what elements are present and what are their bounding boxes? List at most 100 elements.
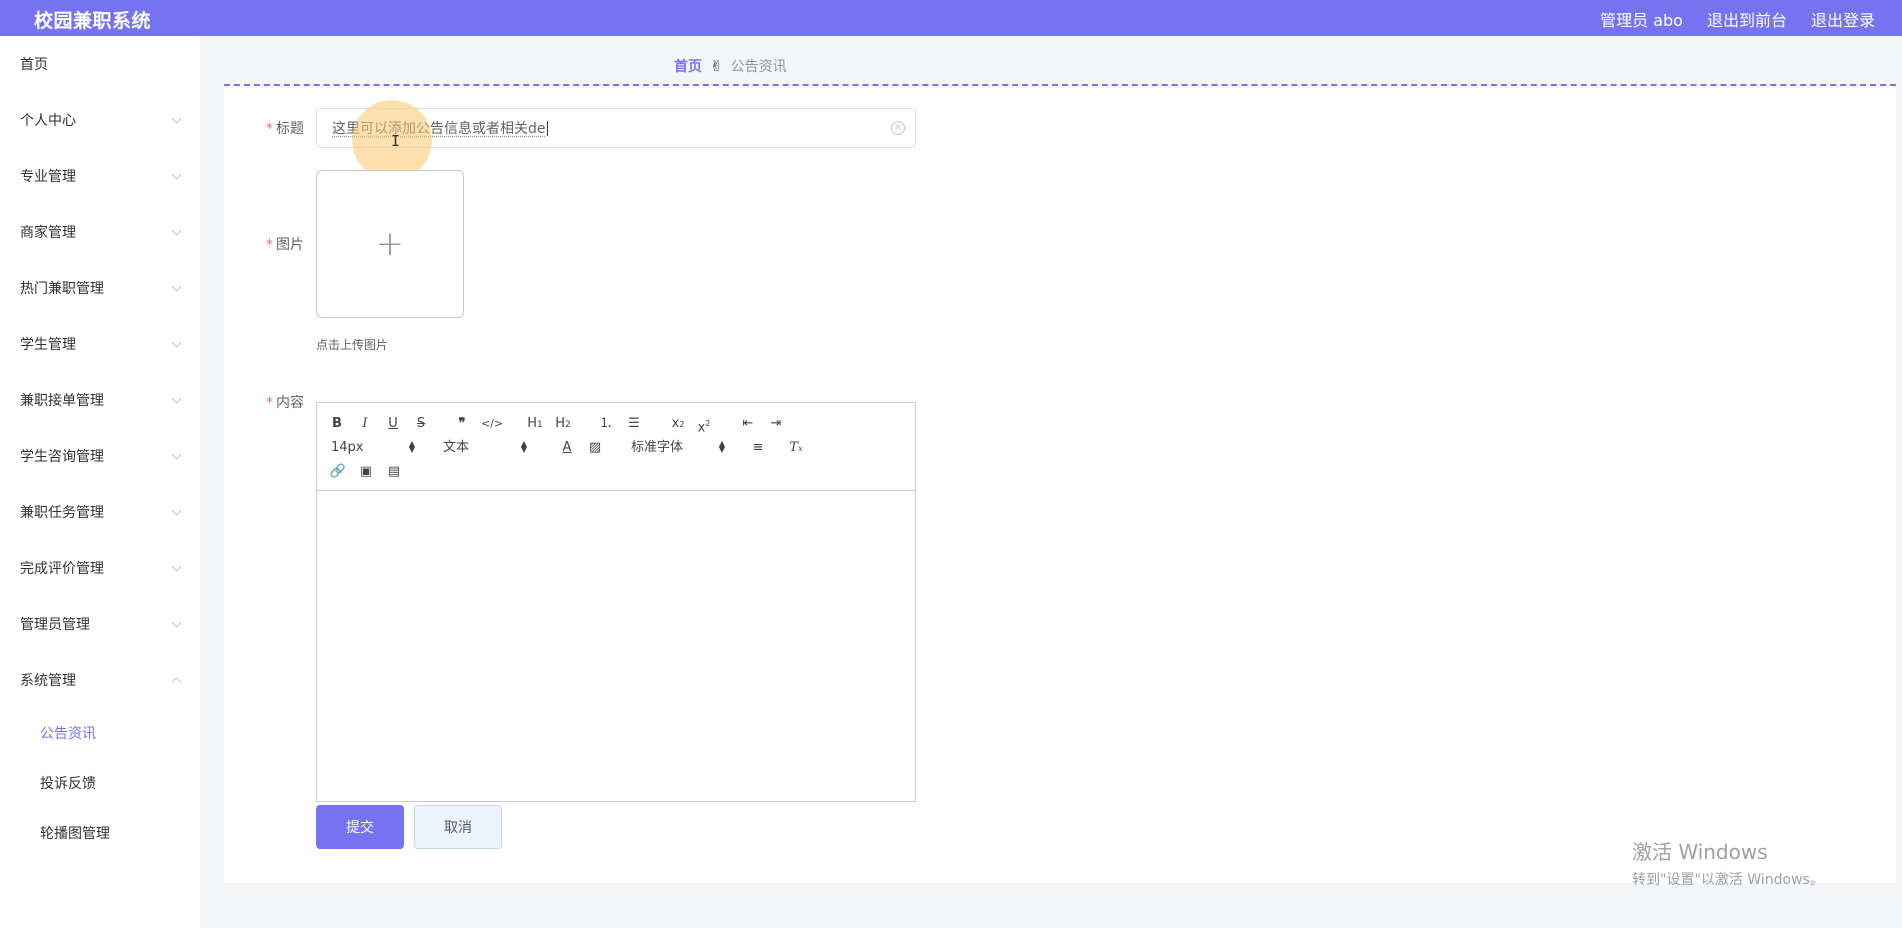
outdent-icon[interactable]: ⇤ bbox=[739, 414, 757, 434]
top-header: 校园兼职系统 管理员 abo 退出到前台 退出登录 bbox=[0, 0, 1902, 36]
sidebar-item-student-consult[interactable]: 学生咨询管理 bbox=[0, 428, 200, 484]
sidebar-subitem-complaints[interactable]: 投诉反馈 bbox=[0, 758, 200, 808]
sidebar-item-job-orders[interactable]: 兼职接单管理 bbox=[0, 372, 200, 428]
sidebar-subitem-announcements[interactable]: 公告资讯 bbox=[0, 708, 200, 758]
breadcrumb-home[interactable]: 首页 bbox=[674, 56, 702, 76]
title-input-value: 这里可以添加公告信息或者相关de bbox=[332, 121, 546, 137]
sidebar-item-reviews[interactable]: 完成评价管理 bbox=[0, 540, 200, 596]
user-label[interactable]: 管理员 abo bbox=[1600, 7, 1683, 31]
underline-icon[interactable]: U bbox=[385, 414, 401, 434]
header-actions: 管理员 abo 退出到前台 退出登录 bbox=[1600, 7, 1875, 31]
clean-format-icon[interactable]: Tx bbox=[787, 438, 805, 458]
sidebar-item-home[interactable]: 首页 bbox=[0, 36, 200, 92]
strike-icon[interactable]: S bbox=[413, 414, 429, 434]
font-family-value: 标准字体 bbox=[631, 440, 684, 455]
blockquote-icon[interactable]: ❞ bbox=[453, 414, 471, 434]
font-color-icon[interactable]: A bbox=[559, 438, 575, 458]
sidebar-item-student-management[interactable]: 学生管理 bbox=[0, 316, 200, 372]
editor-toolbar: B I U S ❞ </> H1 H2 ⒈ ☰ x2 x2 ⇤ ⇥ 14px ▲… bbox=[317, 403, 915, 491]
chevron-down-icon bbox=[171, 393, 182, 404]
rich-text-editor: B I U S ❞ </> H1 H2 ⒈ ☰ x2 x2 ⇤ ⇥ 14px ▲… bbox=[316, 402, 916, 802]
cancel-button[interactable]: 取消 bbox=[414, 805, 502, 849]
content-label: * 内容 bbox=[224, 392, 304, 412]
h2-icon[interactable]: H2 bbox=[553, 414, 573, 434]
chevron-down-icon bbox=[171, 505, 182, 516]
superscript-icon[interactable]: x2 bbox=[695, 414, 713, 435]
sidebar-item-label: 管理员管理 bbox=[20, 617, 90, 633]
chevron-down-icon bbox=[171, 561, 182, 572]
sidebar-item-hot-jobs[interactable]: 热门兼职管理 bbox=[0, 260, 200, 316]
indent-icon[interactable]: ⇥ bbox=[767, 414, 785, 434]
breadcrumb: 首页 ✌ 公告资讯 bbox=[674, 56, 787, 76]
required-mark: * bbox=[266, 395, 273, 411]
editor-content-area[interactable] bbox=[317, 491, 915, 801]
app-title: 校园兼职系统 bbox=[34, 10, 152, 32]
chevron-up-icon bbox=[171, 677, 182, 688]
chevron-down-icon bbox=[171, 449, 182, 460]
title-input[interactable]: 这里可以添加公告信息或者相关de × bbox=[316, 108, 916, 148]
sidebar-item-label: 个人中心 bbox=[20, 113, 76, 129]
image-icon[interactable]: ▣ bbox=[357, 462, 375, 482]
sidebar-item-label: 系统管理 bbox=[20, 673, 76, 689]
chevron-down-icon bbox=[171, 169, 182, 180]
windows-activation-watermark: 激活 Windows 转到"设置"以激活 Windows。 bbox=[1632, 836, 1824, 889]
video-icon[interactable]: ▤ bbox=[385, 462, 403, 482]
breadcrumb-current: 公告资讯 bbox=[730, 59, 787, 75]
submit-button[interactable]: 提交 bbox=[316, 805, 404, 849]
sidebar-item-label: 学生咨询管理 bbox=[20, 449, 104, 465]
italic-icon[interactable]: I bbox=[357, 414, 373, 434]
select-arrow-icon: ▲ ▼ bbox=[408, 439, 415, 454]
sidebar-item-merchant-management[interactable]: 商家管理 bbox=[0, 204, 200, 260]
logout-link[interactable]: 退出登录 bbox=[1811, 7, 1875, 31]
sidebar-item-admin-management[interactable]: 管理员管理 bbox=[0, 596, 200, 652]
breadcrumb-divider bbox=[224, 84, 1896, 86]
content-label-text: 内容 bbox=[276, 395, 304, 411]
select-arrow-icon: ▲ ▼ bbox=[718, 439, 725, 454]
bullet-list-icon[interactable]: ☰ bbox=[625, 414, 643, 434]
chevron-down-icon bbox=[171, 617, 182, 628]
watermark-line2: 转到"设置"以激活 Windows。 bbox=[1632, 872, 1824, 888]
sidebar-item-personal-center[interactable]: 个人中心 bbox=[0, 92, 200, 148]
title-label: * 标题 bbox=[224, 118, 304, 138]
upload-tip: 点击上传图片 bbox=[316, 338, 389, 352]
code-block-icon[interactable]: </> bbox=[481, 414, 503, 434]
font-size-select[interactable]: 14px ▲ ▼ bbox=[331, 438, 415, 458]
header-select[interactable]: 文本 ▲ ▼ bbox=[443, 438, 527, 458]
exit-to-frontend-link[interactable]: 退出到前台 bbox=[1707, 7, 1787, 31]
link-icon[interactable]: 🔗 bbox=[329, 462, 347, 482]
plus-icon: + bbox=[375, 224, 405, 264]
sidebar-item-job-tasks[interactable]: 兼职任务管理 bbox=[0, 484, 200, 540]
font-family-select[interactable]: 标准字体 ▲ ▼ bbox=[631, 438, 725, 458]
sidebar: 首页 个人中心 专业管理 商家管理 热门兼职管理 学生管理 兼职接单管理 学生咨… bbox=[0, 36, 200, 928]
image-uploader[interactable]: + bbox=[316, 170, 464, 318]
sidebar-item-label: 学生管理 bbox=[20, 337, 76, 353]
text-caret bbox=[546, 120, 548, 136]
title-label-text: 标题 bbox=[276, 121, 304, 137]
sidebar-item-label: 首页 bbox=[20, 57, 48, 73]
font-size-value: 14px bbox=[331, 440, 364, 455]
bold-icon[interactable]: B bbox=[329, 414, 345, 434]
sidebar-item-major-management[interactable]: 专业管理 bbox=[0, 148, 200, 204]
sidebar-item-label: 兼职接单管理 bbox=[20, 393, 104, 409]
sidebar-item-label: 商家管理 bbox=[20, 225, 76, 241]
clear-icon[interactable]: × bbox=[891, 121, 905, 135]
ordered-list-icon[interactable]: ⒈ bbox=[597, 414, 615, 434]
sidebar-item-label: 热门兼职管理 bbox=[20, 281, 104, 297]
subscript-icon[interactable]: x2 bbox=[669, 414, 687, 434]
required-mark: * bbox=[266, 121, 273, 137]
sidebar-item-label: 完成评价管理 bbox=[20, 561, 104, 577]
image-label-text: 图片 bbox=[276, 237, 304, 253]
sidebar-item-label: 专业管理 bbox=[20, 169, 76, 185]
sidebar-item-system-management[interactable]: 系统管理 bbox=[0, 652, 200, 708]
hand-icon: ✌ bbox=[710, 57, 723, 75]
sidebar-subitem-carousel[interactable]: 轮播图管理 bbox=[0, 808, 200, 858]
chevron-down-icon bbox=[171, 281, 182, 292]
required-mark: * bbox=[266, 237, 273, 253]
sidebar-item-label: 兼职任务管理 bbox=[20, 505, 104, 521]
chevron-down-icon bbox=[171, 337, 182, 348]
background-color-icon[interactable]: ▨ bbox=[587, 438, 603, 458]
align-icon[interactable]: ≡ bbox=[749, 438, 767, 458]
h1-icon[interactable]: H1 bbox=[525, 414, 545, 434]
watermark-line1: 激活 Windows bbox=[1632, 840, 1768, 864]
header-select-value: 文本 bbox=[443, 440, 470, 455]
